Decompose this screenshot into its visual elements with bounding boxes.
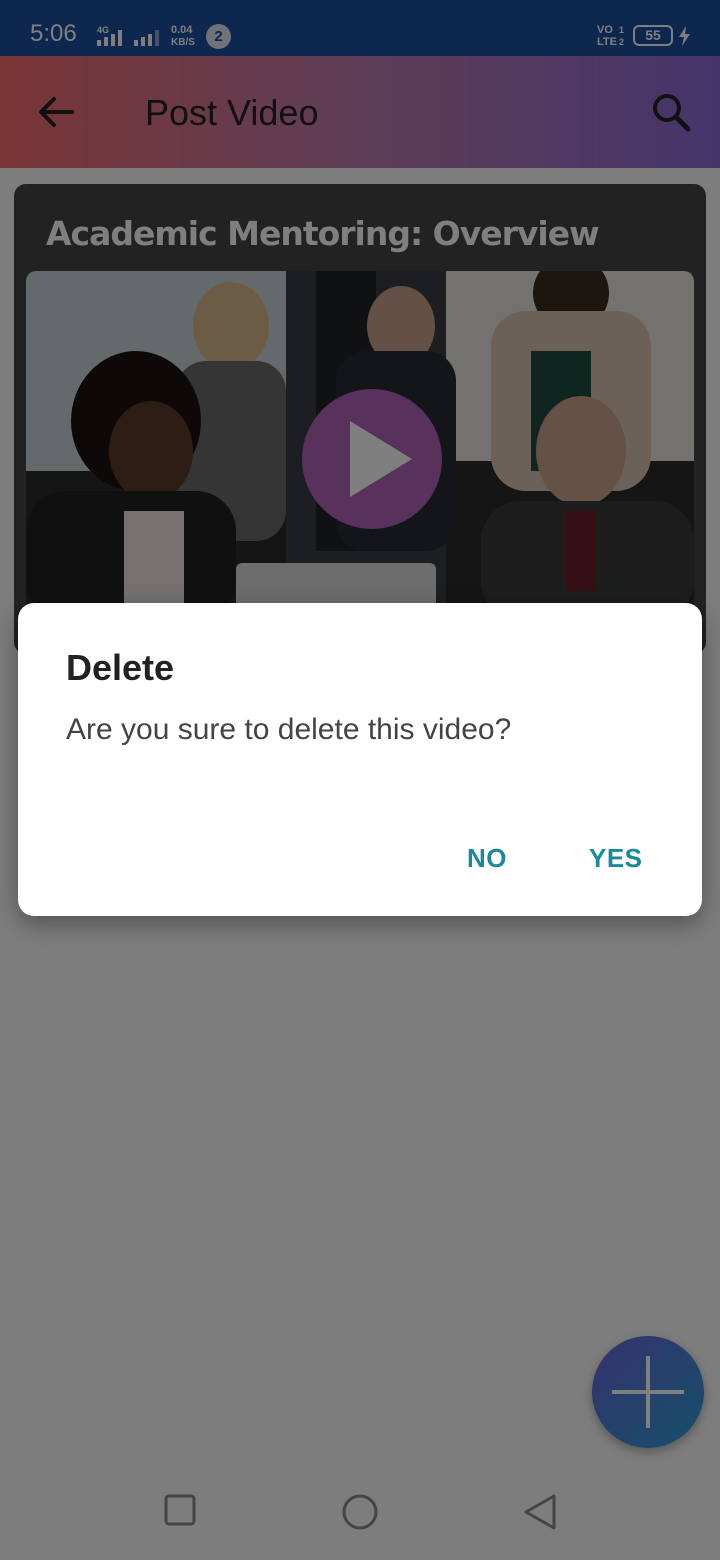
- delete-dialog: Delete Are you sure to delete this video…: [18, 603, 702, 916]
- yes-button[interactable]: YES: [589, 843, 643, 874]
- dialog-title: Delete: [66, 647, 175, 688]
- dialog-message: Are you sure to delete this video?: [66, 713, 512, 746]
- no-button[interactable]: NO: [467, 843, 507, 874]
